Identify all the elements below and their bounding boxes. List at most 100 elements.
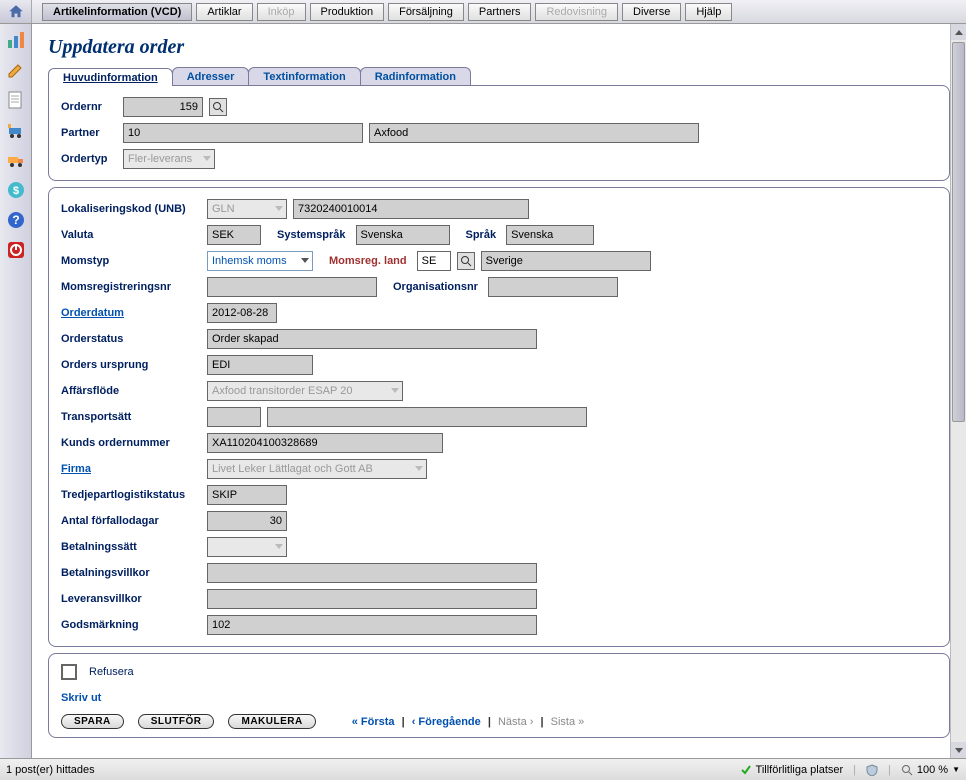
leveransvillkor-field[interactable] [207, 589, 537, 609]
valuta-field[interactable]: SEK [207, 225, 261, 245]
menu-item[interactable]: Partners [468, 3, 532, 21]
systemsprak-field: Svenska [356, 225, 450, 245]
shield-icon [866, 764, 878, 776]
firma-label[interactable]: Firma [61, 463, 201, 475]
affarsflode-label: Affärsflöde [61, 385, 201, 397]
sidebar-money-icon[interactable]: $ [4, 178, 28, 202]
tpl-label: Tredjepartlogistikstatus [61, 489, 201, 501]
leveransvillkor-label: Leveransvillkor [61, 593, 201, 605]
scroll-down-button[interactable] [951, 742, 966, 758]
sidebar-help-icon[interactable]: ? [4, 208, 28, 232]
betalsatt-label: Betalningssätt [61, 541, 201, 553]
home-icon [7, 3, 25, 21]
scroll-thumb[interactable] [952, 42, 965, 422]
sprak-field: Svenska [506, 225, 594, 245]
momsreg-label: Momsreg. land [329, 255, 407, 267]
sidebar-cart-icon[interactable] [4, 118, 28, 142]
zoom-icon [901, 764, 913, 776]
ursprung-label: Orders ursprung [61, 359, 201, 371]
status-trusted: Tillförlitliga platser [740, 764, 844, 776]
forfall-label: Antal förfallodagar [61, 515, 201, 527]
menu-item[interactable]: Artikelinformation (VCD) [42, 3, 192, 21]
menu-item[interactable]: Försäljning [388, 3, 464, 21]
menu-item[interactable]: Produktion [310, 3, 385, 21]
momsregnr-field[interactable] [207, 277, 377, 297]
makulera-button[interactable]: MAKULERA [228, 714, 315, 729]
momsreg-country-field: Sverige [481, 251, 651, 271]
godsmarkning-field[interactable]: 102 [207, 615, 537, 635]
ordernr-lookup[interactable] [209, 98, 227, 116]
sidebar-power-icon[interactable] [4, 238, 28, 262]
refusera-checkbox[interactable] [61, 664, 77, 680]
partner-code-field[interactable]: 10 [123, 123, 363, 143]
tpl-field[interactable]: SKIP [207, 485, 287, 505]
ordernr-label: Ordernr [61, 101, 117, 113]
tab[interactable]: Adresser [172, 67, 250, 85]
lok-label: Lokaliseringskod (UNB) [61, 203, 201, 215]
momsreg-lookup[interactable] [457, 252, 475, 270]
betalvillkor-field[interactable] [207, 563, 537, 583]
tabs: HuvudinformationAdresserTextinformationR… [48, 67, 950, 85]
ordernr-field[interactable]: 159 [123, 97, 203, 117]
nav-links: « Första | ‹ Föregående | Nästa › | Sist… [352, 716, 585, 728]
momsregnr-label: Momsregistreringsnr [61, 281, 201, 293]
tab[interactable]: Huvudinformation [48, 68, 173, 86]
sidebar-truck-icon[interactable] [4, 148, 28, 172]
sidebar-chart-icon[interactable] [4, 28, 28, 52]
menu-item[interactable]: Artiklar [196, 3, 252, 21]
statusbar: 1 post(er) hittades Tillförlitliga plats… [0, 758, 966, 780]
valuta-label: Valuta [61, 229, 201, 241]
forfall-field[interactable]: 30 [207, 511, 287, 531]
tab[interactable]: Textinformation [248, 67, 360, 85]
svg-text:?: ? [12, 213, 19, 227]
tab[interactable]: Radinformation [360, 67, 471, 85]
orderstatus-field: Order skapad [207, 329, 537, 349]
momsreg-code-field[interactable]: SE [417, 251, 451, 271]
nav-next: Nästa › [498, 716, 533, 728]
scroll-up-button[interactable] [951, 24, 966, 40]
panel-top: Ordernr 159 Partner 10 Axfood Ordertyp F… [48, 85, 950, 181]
page-title: Uppdatera order [48, 36, 950, 59]
transport-code-field[interactable] [207, 407, 261, 427]
partner-name-field: Axfood [369, 123, 699, 143]
search-icon [212, 101, 224, 113]
ordertyp-label: Ordertyp [61, 153, 117, 165]
orderdatum-label[interactable]: Orderdatum [61, 307, 201, 319]
menu-item: Redovisning [535, 3, 618, 21]
menu-item[interactable]: Diverse [622, 3, 681, 21]
vertical-scrollbar[interactable] [950, 24, 966, 758]
transport-label: Transportsätt [61, 411, 201, 423]
ursprung-field: EDI [207, 355, 313, 375]
slutfor-button[interactable]: SLUTFÖR [138, 714, 215, 729]
kundorder-label: Kunds ordernummer [61, 437, 201, 449]
systemsprak-label: Systemspråk [277, 229, 346, 241]
sidebar-edit-icon[interactable] [4, 58, 28, 82]
sidebar-doc-icon[interactable] [4, 88, 28, 112]
betalvillkor-label: Betalningsvillkor [61, 567, 201, 579]
transport-desc-field [267, 407, 587, 427]
menu-item[interactable]: Hjälp [685, 3, 732, 21]
panel-footer: Refusera Skriv ut SPARA SLUTFÖR MAKULERA… [48, 653, 950, 738]
spara-button[interactable]: SPARA [61, 714, 124, 729]
orderstatus-label: Orderstatus [61, 333, 201, 345]
svg-text:$: $ [12, 185, 18, 197]
panel-main: Lokaliseringskod (UNB) GLN 7320240010014… [48, 187, 950, 647]
orderdatum-field[interactable]: 2012-08-28 [207, 303, 277, 323]
lok-type-select: GLN [207, 199, 287, 219]
home-button[interactable] [0, 0, 32, 23]
menu-item: Inköp [257, 3, 306, 21]
nav-first[interactable]: « Första [352, 716, 395, 728]
sprak-label: Språk [466, 229, 497, 241]
betalsatt-select [207, 537, 287, 557]
skrivut-link[interactable]: Skriv ut [61, 692, 937, 704]
kundorder-field[interactable]: XA110204100328689 [207, 433, 443, 453]
godsmarkning-label: Godsmärkning [61, 619, 201, 631]
chevron-down-icon: ▼ [952, 765, 960, 774]
affarsflode-select: Axfood transitorder ESAP 20 [207, 381, 403, 401]
lok-value-field[interactable]: 7320240010014 [293, 199, 529, 219]
orgnr-field[interactable] [488, 277, 618, 297]
nav-prev[interactable]: ‹ Föregående [412, 716, 481, 728]
momstyp-select[interactable]: Inhemsk moms [207, 251, 313, 271]
sidebar: $ ? [0, 24, 32, 758]
zoom-control[interactable]: 100 % ▼ [901, 764, 960, 776]
